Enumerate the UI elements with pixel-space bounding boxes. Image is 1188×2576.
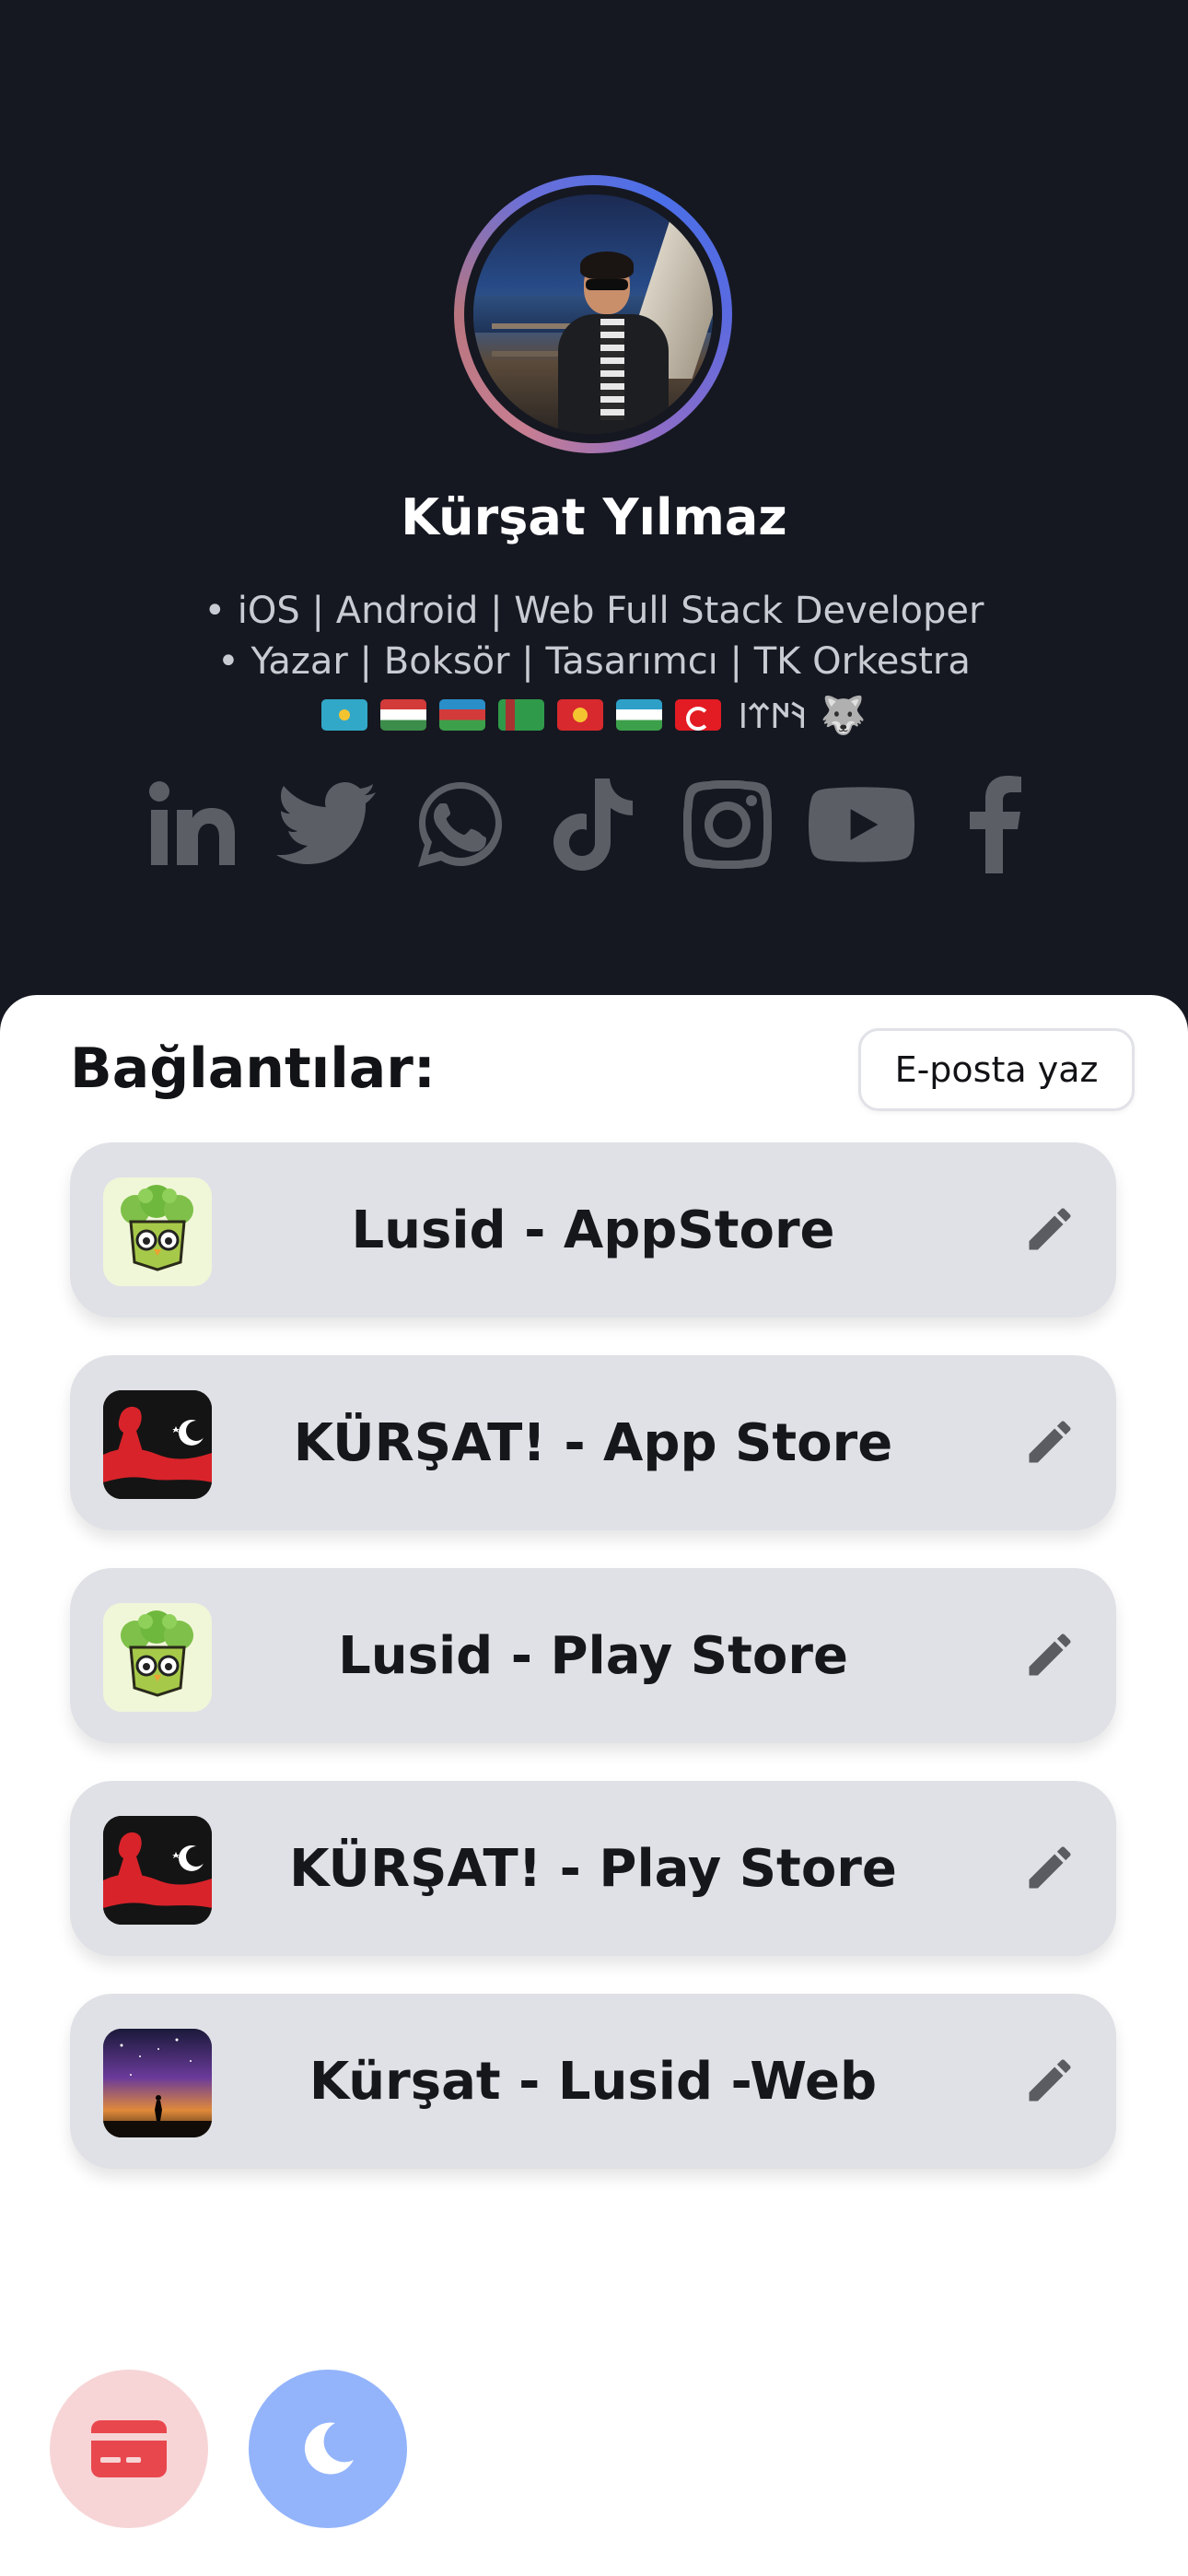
tiktok-icon[interactable] <box>542 774 647 875</box>
avatar[interactable] <box>454 175 732 453</box>
profile-name: Kürşat Yılmaz <box>401 488 787 546</box>
links-title: Bağlantılar: <box>70 1036 436 1101</box>
whatsapp-icon[interactable] <box>408 774 514 875</box>
hungary-flag-icon <box>380 699 427 731</box>
old-turkic-script: 𐰚𐰇𐰼𐰾 <box>738 696 808 736</box>
link-item[interactable]: Lusid - AppStore <box>70 1142 1116 1317</box>
link-item[interactable]: KÜRŞAT! - App Store <box>70 1355 1116 1530</box>
card-button[interactable] <box>50 2370 208 2528</box>
moon-icon <box>304 2422 354 2475</box>
kyrgyzstan-flag-icon <box>557 699 604 731</box>
link-label: Lusid - AppStore <box>351 1200 835 1260</box>
link-label: Lusid - Play Store <box>338 1625 848 1686</box>
pencil-icon[interactable] <box>1020 1200 1079 1259</box>
theme-toggle-button[interactable] <box>249 2370 407 2528</box>
link-label: KÜRŞAT! - Play Store <box>289 1838 897 1899</box>
social-links <box>0 774 1188 875</box>
turkmenistan-flag-icon <box>498 699 545 731</box>
avatar-photo <box>473 194 713 434</box>
instagram-icon[interactable] <box>675 774 781 875</box>
owl-logo-icon <box>103 1603 212 1712</box>
pencil-icon[interactable] <box>1020 1412 1079 1471</box>
link-item[interactable]: Lusid - Play Store <box>70 1568 1116 1743</box>
link-label: KÜRŞAT! - App Store <box>293 1412 893 1473</box>
link-item[interactable]: KÜRŞAT! - Play Store <box>70 1781 1116 1956</box>
wolf-icon: 🐺 <box>820 694 867 737</box>
kazakhstan-flag-icon <box>321 699 368 731</box>
bio-line-2: • Yazar | Boksör | Tasarımcı | TK Orkest… <box>217 640 971 683</box>
uzbekistan-flag-icon <box>616 699 663 731</box>
turkey-logo-icon <box>103 1816 212 1925</box>
link-item[interactable]: Kürşat - Lusid -Web <box>70 1994 1116 2169</box>
facebook-icon[interactable] <box>942 774 1048 875</box>
linkedin-icon[interactable] <box>141 774 247 875</box>
bio-line-1: • iOS | Android | Web Full Stack Develop… <box>204 590 984 632</box>
youtube-icon[interactable] <box>808 774 914 875</box>
pencil-icon[interactable] <box>1020 1838 1079 1897</box>
owl-logo-icon <box>103 1177 212 1286</box>
bio-line-3: 𐰚𐰇𐰼𐰾 🐺 <box>0 691 1188 739</box>
pencil-icon[interactable] <box>1020 2051 1079 2110</box>
turkey-flag-icon <box>675 699 722 731</box>
turkey-logo-icon <box>103 1390 212 1499</box>
link-label: Kürşat - Lusid -Web <box>309 2051 878 2112</box>
card-icon <box>91 2420 167 2477</box>
night-sky-icon <box>103 2029 212 2137</box>
twitter-icon[interactable] <box>274 774 380 875</box>
azerbaijan-flag-icon <box>439 699 486 731</box>
email-button[interactable]: E-posta yaz <box>858 1028 1135 1111</box>
pencil-icon[interactable] <box>1020 1625 1079 1684</box>
